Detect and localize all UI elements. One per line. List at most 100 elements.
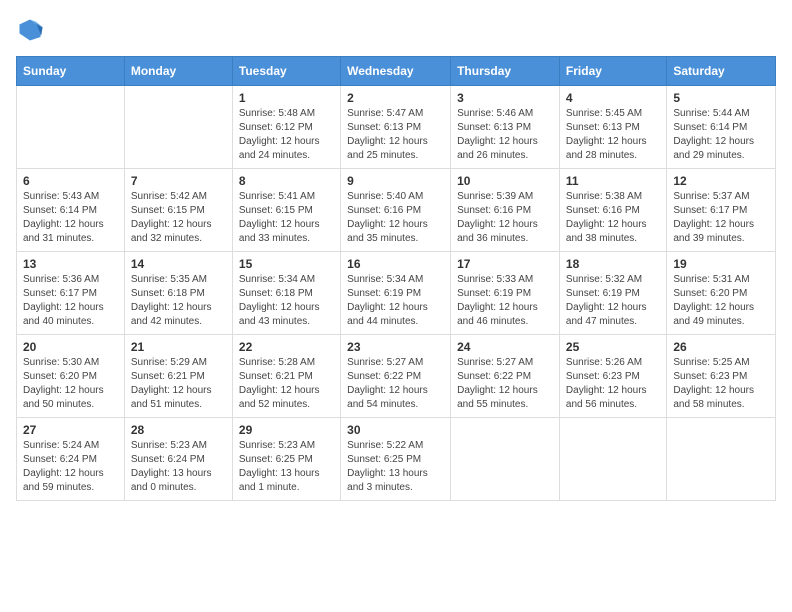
- day-number: 8: [239, 174, 334, 188]
- day-number: 7: [131, 174, 226, 188]
- day-number: 1: [239, 91, 334, 105]
- day-number: 11: [566, 174, 660, 188]
- logo-icon: [16, 16, 44, 44]
- day-number: 9: [347, 174, 444, 188]
- calendar-cell: 20 Sunrise: 5:30 AM Sunset: 6:20 PM Dayli…: [17, 335, 125, 418]
- calendar-cell: 18 Sunrise: 5:32 AM Sunset: 6:19 PM Dayli…: [559, 252, 666, 335]
- day-number: 26: [673, 340, 769, 354]
- week-row-0: 1Sunrise: 5:48 AM Sunset: 6:12 PM Daylig…: [17, 86, 776, 169]
- day-info: Sunrise: 5:43 AM Sunset: 6:14 PM Dayligh…: [23, 190, 118, 246]
- calendar-cell: 26 Sunrise: 5:25 AM Sunset: 6:23 PM Dayli…: [667, 335, 776, 418]
- calendar-cell: 23 Sunrise: 5:27 AM Sunset: 6:22 PM Dayli…: [341, 335, 451, 418]
- header-monday: Monday: [124, 57, 232, 86]
- calendar-cell: 30 Sunrise: 5:22 AM Sunset: 6:25 PM Dayli…: [341, 418, 451, 501]
- day-number: 22: [239, 340, 334, 354]
- day-info: Sunrise: 5:45 AM Sunset: 6:13 PM Dayligh…: [566, 107, 660, 163]
- day-number: 29: [239, 423, 334, 437]
- day-number: 2: [347, 91, 444, 105]
- day-info: Sunrise: 5:22 AM Sunset: 6:25 PM Dayligh…: [347, 439, 444, 495]
- day-info: Sunrise: 5:33 AM Sunset: 6:19 PM Dayligh…: [457, 273, 553, 329]
- day-info: Sunrise: 5:38 AM Sunset: 6:16 PM Dayligh…: [566, 190, 660, 246]
- day-info: Sunrise: 5:23 AM Sunset: 6:25 PM Dayligh…: [239, 439, 334, 495]
- day-info: Sunrise: 5:26 AM Sunset: 6:23 PM Dayligh…: [566, 356, 660, 412]
- day-info: Sunrise: 5:24 AM Sunset: 6:24 PM Dayligh…: [23, 439, 118, 495]
- header-wednesday: Wednesday: [341, 57, 451, 86]
- header-sunday: Sunday: [17, 57, 125, 86]
- day-info: Sunrise: 5:23 AM Sunset: 6:24 PM Dayligh…: [131, 439, 226, 495]
- calendar-cell: 10Sunrise: 5:39 AM Sunset: 6:16 PM Dayli…: [451, 169, 560, 252]
- day-number: 13: [23, 257, 118, 271]
- day-number: 27: [23, 423, 118, 437]
- calendar-cell: 9 Sunrise: 5:40 AM Sunset: 6:16 PM Daylig…: [341, 169, 451, 252]
- day-info: Sunrise: 5:29 AM Sunset: 6:21 PM Dayligh…: [131, 356, 226, 412]
- day-number: 4: [566, 91, 660, 105]
- week-row-4: 27 Sunrise: 5:24 AM Sunset: 6:24 PM Dayli…: [17, 418, 776, 501]
- day-info: Sunrise: 5:40 AM Sunset: 6:16 PM Dayligh…: [347, 190, 444, 246]
- day-number: 20: [23, 340, 118, 354]
- calendar-cell: 13Sunrise: 5:36 AM Sunset: 6:17 PM Dayli…: [17, 252, 125, 335]
- calendar-cell: [451, 418, 560, 501]
- day-number: 24: [457, 340, 553, 354]
- day-info: Sunrise: 5:27 AM Sunset: 6:22 PM Dayligh…: [457, 356, 553, 412]
- calendar-cell: 14Sunrise: 5:35 AM Sunset: 6:18 PM Dayli…: [124, 252, 232, 335]
- header-thursday: Thursday: [451, 57, 560, 86]
- day-info: Sunrise: 5:28 AM Sunset: 6:21 PM Dayligh…: [239, 356, 334, 412]
- calendar-cell: 8 Sunrise: 5:41 AM Sunset: 6:15 PM Daylig…: [232, 169, 340, 252]
- day-info: Sunrise: 5:41 AM Sunset: 6:15 PM Dayligh…: [239, 190, 334, 246]
- calendar-cell: [124, 86, 232, 169]
- calendar-cell: 15 Sunrise: 5:34 AM Sunset: 6:18 PM Dayli…: [232, 252, 340, 335]
- day-number: 12: [673, 174, 769, 188]
- calendar-cell: 6 Sunrise: 5:43 AM Sunset: 6:14 PM Daylig…: [17, 169, 125, 252]
- day-number: 5: [673, 91, 769, 105]
- day-info: Sunrise: 5:34 AM Sunset: 6:19 PM Dayligh…: [347, 273, 444, 329]
- calendar-cell: 24 Sunrise: 5:27 AM Sunset: 6:22 PM Dayli…: [451, 335, 560, 418]
- day-info: Sunrise: 5:44 AM Sunset: 6:14 PM Dayligh…: [673, 107, 769, 163]
- calendar-cell: 27 Sunrise: 5:24 AM Sunset: 6:24 PM Dayli…: [17, 418, 125, 501]
- day-number: 15: [239, 257, 334, 271]
- calendar-cell: 1Sunrise: 5:48 AM Sunset: 6:12 PM Daylig…: [232, 86, 340, 169]
- calendar-cell: 17 Sunrise: 5:33 AM Sunset: 6:19 PM Dayli…: [451, 252, 560, 335]
- calendar-cell: 5 Sunrise: 5:44 AM Sunset: 6:14 PM Daylig…: [667, 86, 776, 169]
- header-saturday: Saturday: [667, 57, 776, 86]
- calendar-cell: 2 Sunrise: 5:47 AM Sunset: 6:13 PM Daylig…: [341, 86, 451, 169]
- day-info: Sunrise: 5:47 AM Sunset: 6:13 PM Dayligh…: [347, 107, 444, 163]
- day-number: 19: [673, 257, 769, 271]
- calendar-cell: 7 Sunrise: 5:42 AM Sunset: 6:15 PM Daylig…: [124, 169, 232, 252]
- day-info: Sunrise: 5:32 AM Sunset: 6:19 PM Dayligh…: [566, 273, 660, 329]
- calendar-cell: 12 Sunrise: 5:37 AM Sunset: 6:17 PM Dayli…: [667, 169, 776, 252]
- day-number: 28: [131, 423, 226, 437]
- logo: [16, 16, 48, 44]
- day-info: Sunrise: 5:34 AM Sunset: 6:18 PM Dayligh…: [239, 273, 334, 329]
- calendar-cell: 22 Sunrise: 5:28 AM Sunset: 6:21 PM Dayli…: [232, 335, 340, 418]
- calendar-cell: 3Sunrise: 5:46 AM Sunset: 6:13 PM Daylig…: [451, 86, 560, 169]
- day-info: Sunrise: 5:25 AM Sunset: 6:23 PM Dayligh…: [673, 356, 769, 412]
- day-info: Sunrise: 5:46 AM Sunset: 6:13 PM Dayligh…: [457, 107, 553, 163]
- day-number: 6: [23, 174, 118, 188]
- calendar-cell: 25 Sunrise: 5:26 AM Sunset: 6:23 PM Dayli…: [559, 335, 666, 418]
- calendar-cell: 16 Sunrise: 5:34 AM Sunset: 6:19 PM Dayli…: [341, 252, 451, 335]
- day-number: 21: [131, 340, 226, 354]
- week-row-2: 13Sunrise: 5:36 AM Sunset: 6:17 PM Dayli…: [17, 252, 776, 335]
- day-info: Sunrise: 5:30 AM Sunset: 6:20 PM Dayligh…: [23, 356, 118, 412]
- calendar-cell: [667, 418, 776, 501]
- calendar-table: SundayMondayTuesdayWednesdayThursdayFrid…: [16, 56, 776, 501]
- day-number: 18: [566, 257, 660, 271]
- calendar-cell: 4 Sunrise: 5:45 AM Sunset: 6:13 PM Daylig…: [559, 86, 666, 169]
- calendar-cell: 29 Sunrise: 5:23 AM Sunset: 6:25 PM Dayli…: [232, 418, 340, 501]
- day-info: Sunrise: 5:37 AM Sunset: 6:17 PM Dayligh…: [673, 190, 769, 246]
- day-info: Sunrise: 5:42 AM Sunset: 6:15 PM Dayligh…: [131, 190, 226, 246]
- day-number: 23: [347, 340, 444, 354]
- week-row-1: 6 Sunrise: 5:43 AM Sunset: 6:14 PM Daylig…: [17, 169, 776, 252]
- calendar-cell: 28 Sunrise: 5:23 AM Sunset: 6:24 PM Dayli…: [124, 418, 232, 501]
- day-number: 10: [457, 174, 553, 188]
- day-info: Sunrise: 5:31 AM Sunset: 6:20 PM Dayligh…: [673, 273, 769, 329]
- day-number: 25: [566, 340, 660, 354]
- day-info: Sunrise: 5:27 AM Sunset: 6:22 PM Dayligh…: [347, 356, 444, 412]
- calendar-cell: 19 Sunrise: 5:31 AM Sunset: 6:20 PM Dayli…: [667, 252, 776, 335]
- calendar-cell: [17, 86, 125, 169]
- day-number: 14: [131, 257, 226, 271]
- day-number: 16: [347, 257, 444, 271]
- calendar-header-row: SundayMondayTuesdayWednesdayThursdayFrid…: [17, 57, 776, 86]
- day-number: 30: [347, 423, 444, 437]
- day-number: 17: [457, 257, 553, 271]
